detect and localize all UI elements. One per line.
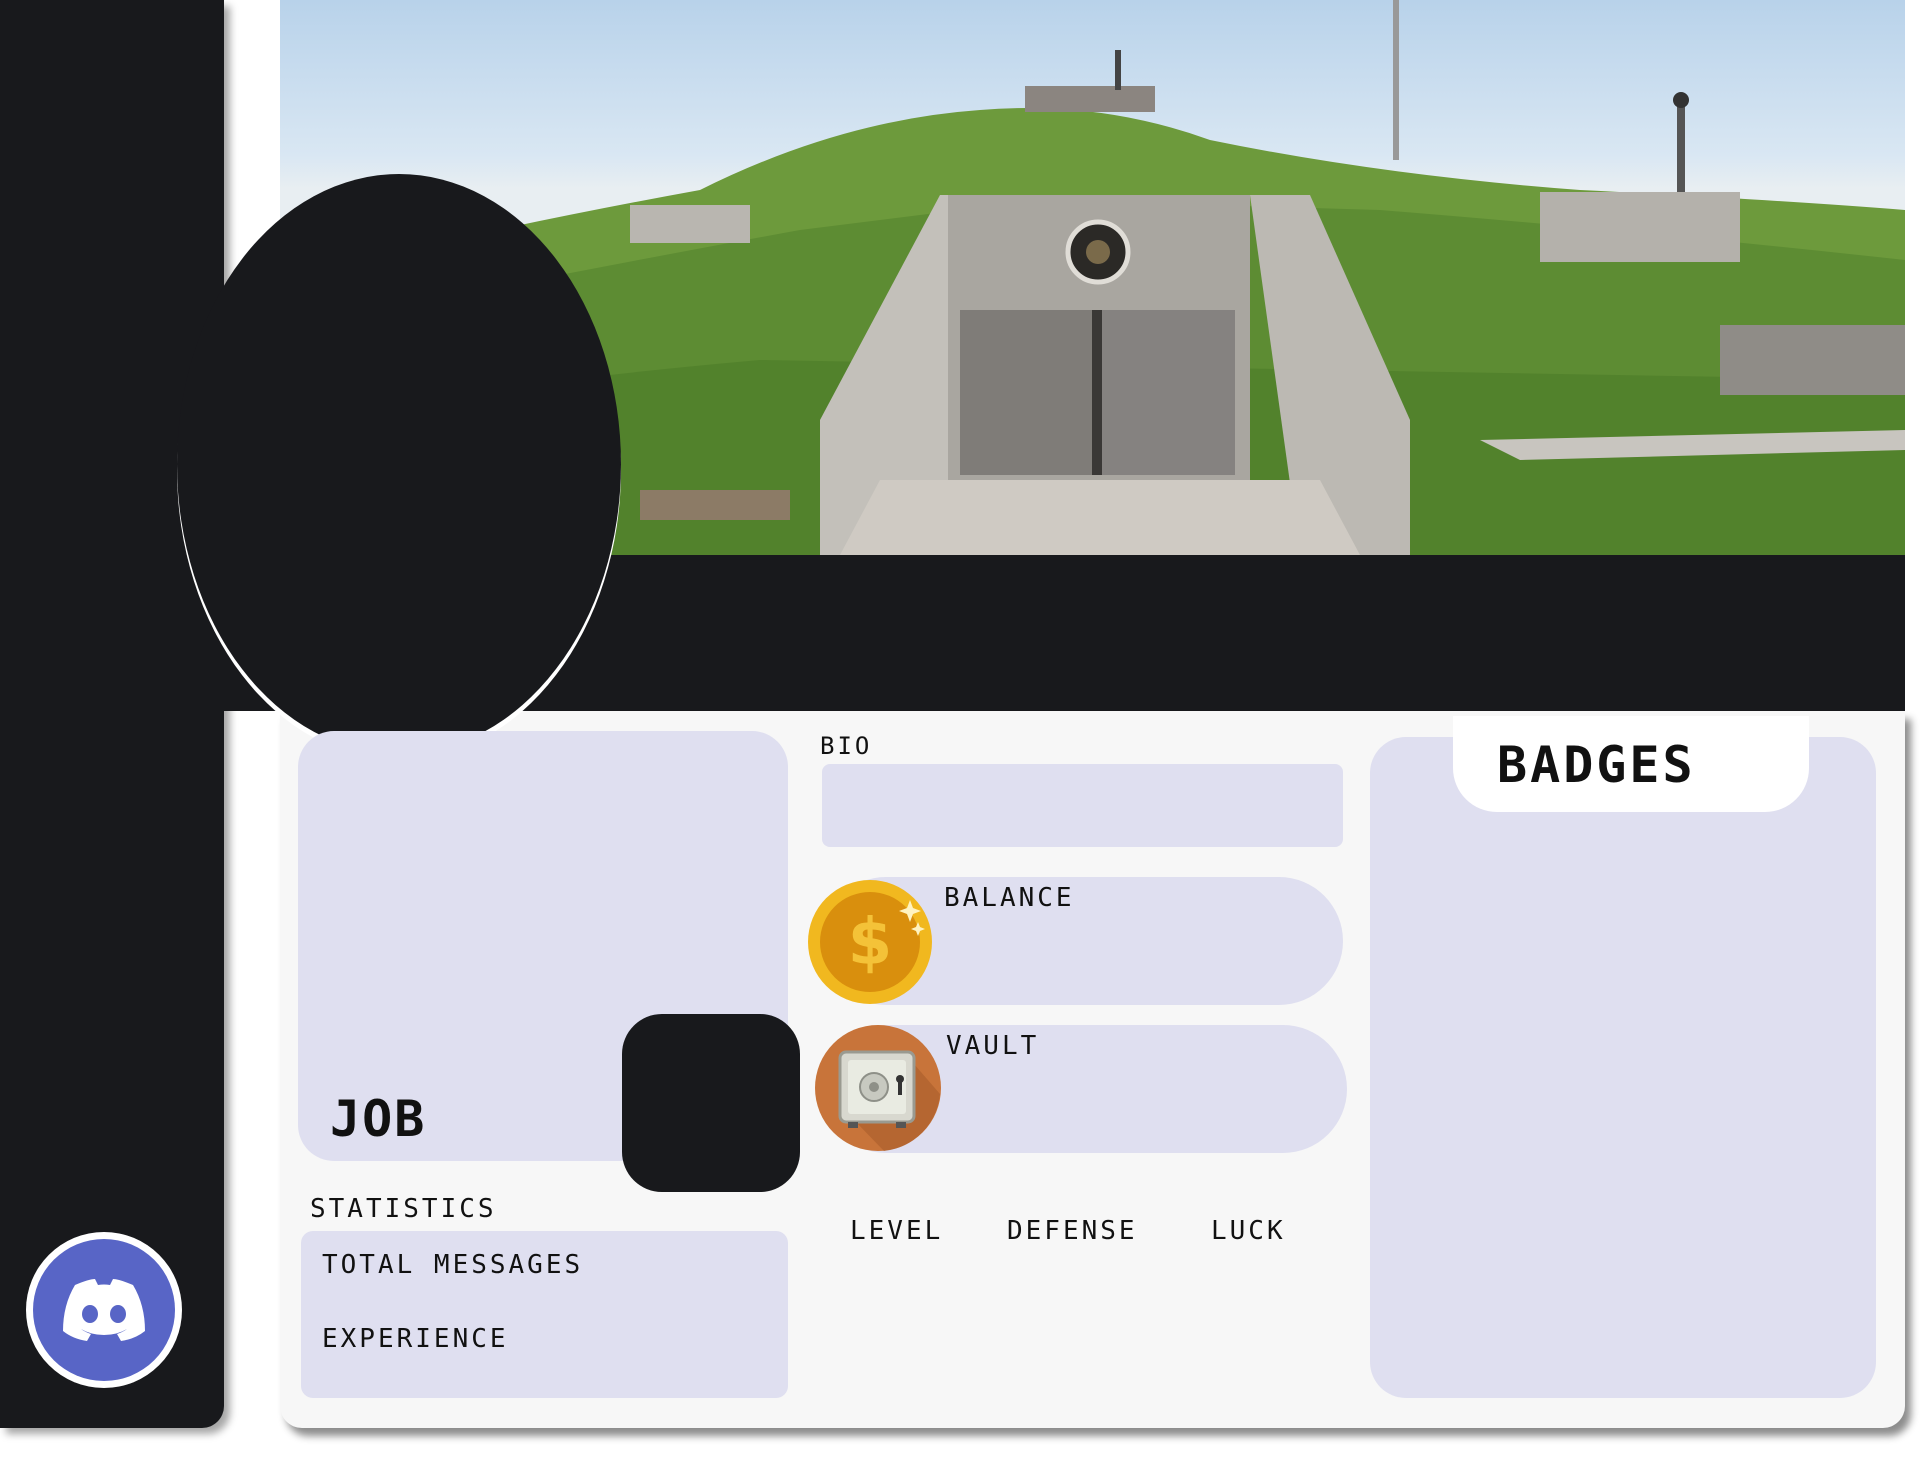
dollar-coin-icon: $	[806, 878, 934, 1006]
level-label: LEVEL	[850, 1216, 944, 1246]
vault-label: VAULT	[946, 1031, 1040, 1061]
total-messages-label: TOTAL MESSAGES	[322, 1250, 584, 1280]
discord-button[interactable]	[26, 1232, 182, 1388]
discord-logo-circle	[33, 1239, 175, 1381]
bio-label: BIO	[820, 732, 873, 760]
badges-panel	[1370, 737, 1876, 1398]
avatar[interactable]	[177, 174, 621, 754]
statistics-heading: STATISTICS	[310, 1194, 497, 1224]
luck-label: LUCK	[1211, 1216, 1286, 1246]
discord-logo-icon	[63, 1279, 145, 1341]
balance-label: BALANCE	[944, 883, 1075, 913]
safe-icon	[814, 1024, 942, 1152]
left-sidebar	[0, 0, 224, 1428]
job-icon-slot	[622, 1014, 800, 1192]
svg-text:$: $	[848, 906, 893, 980]
defense-label: DEFENSE	[1007, 1216, 1138, 1246]
job-label: JOB	[330, 1090, 427, 1148]
experience-label: EXPERIENCE	[322, 1324, 509, 1354]
bio-box	[822, 764, 1343, 847]
badges-heading: BADGES	[1497, 736, 1696, 794]
